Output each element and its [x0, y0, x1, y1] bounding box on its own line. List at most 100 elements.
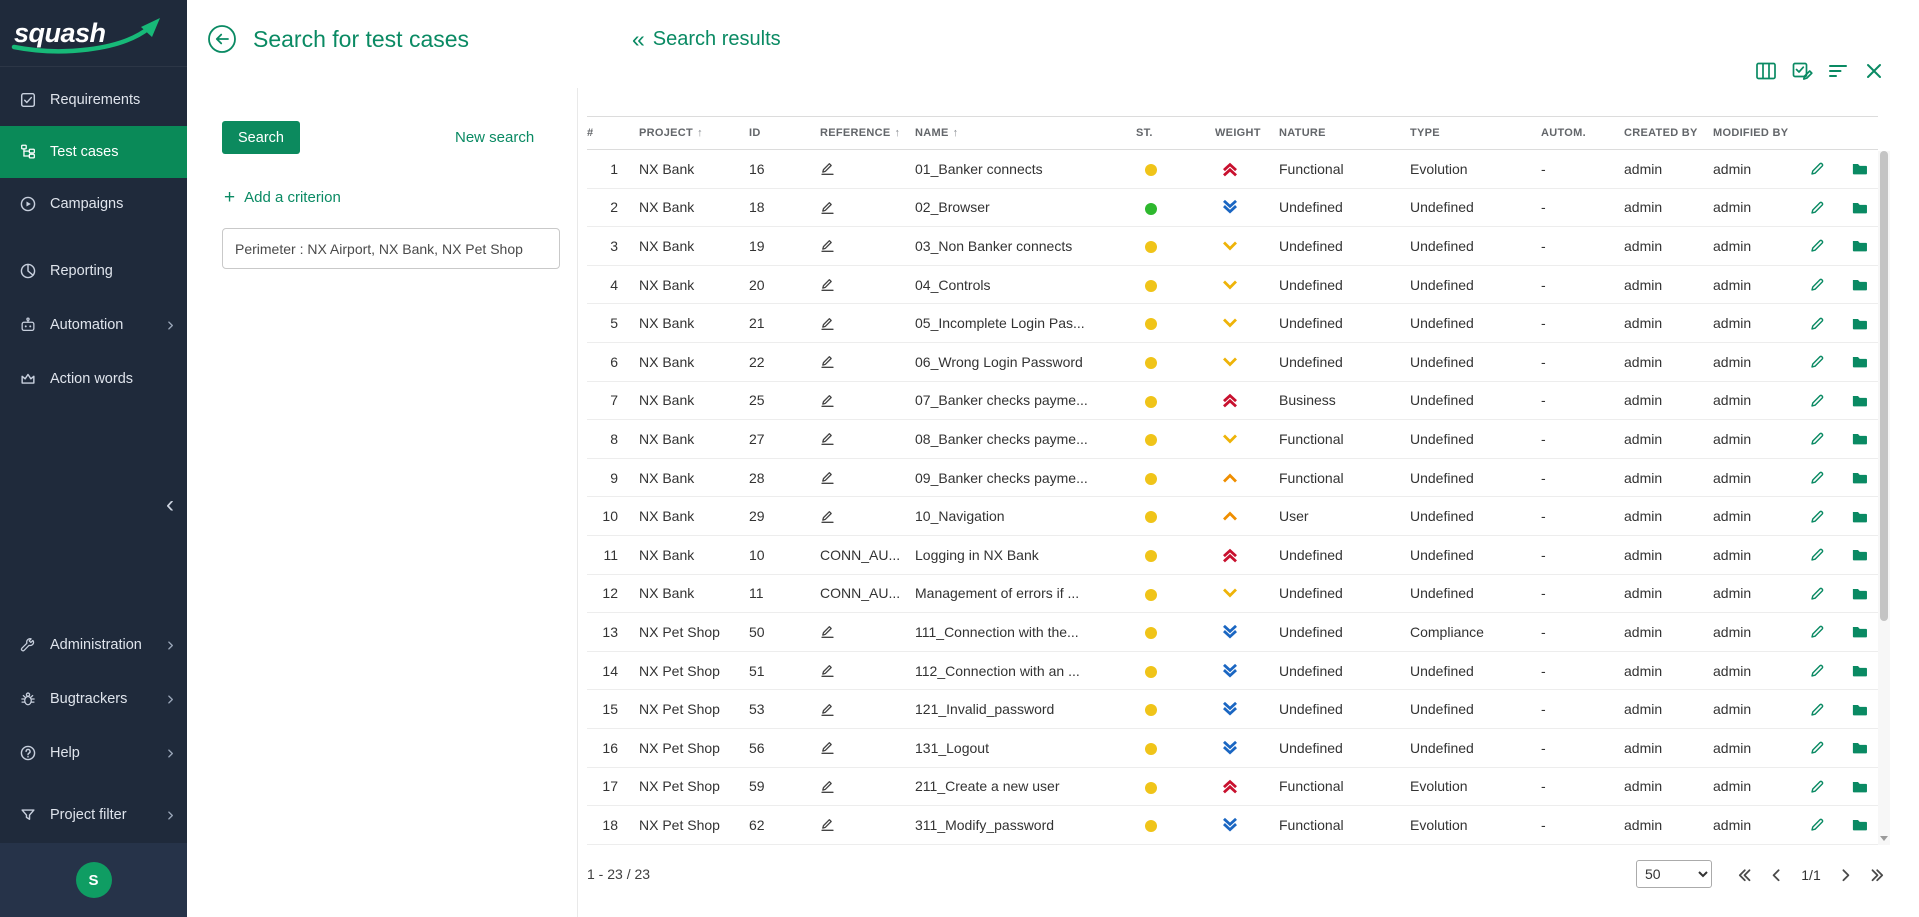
sidebar-item-action-words[interactable]: Action words	[0, 352, 187, 406]
perimeter-criterion-chip[interactable]: Perimeter : NX Airport, NX Bank, NX Pet …	[222, 228, 560, 269]
column-header-st-[interactable]: ST.	[1128, 127, 1198, 139]
show-in-tree-folder-icon[interactable]	[1851, 160, 1868, 177]
edit-reference-icon[interactable]	[820, 624, 910, 639]
table-row[interactable]: 13NX Pet Shop50111_Connection with the..…	[587, 613, 1878, 652]
show-in-tree-folder-icon[interactable]	[1851, 315, 1868, 332]
new-search-link[interactable]: New search	[455, 129, 534, 146]
cell-name[interactable]: Management of errors if ...	[910, 585, 1128, 601]
scrollbar-thumb[interactable]	[1880, 151, 1888, 621]
show-in-tree-folder-icon[interactable]	[1851, 585, 1868, 602]
table-row[interactable]: 9NX Bank2809_Banker checks payme...Funct…	[587, 459, 1878, 498]
edit-test-case-icon[interactable]	[1809, 585, 1826, 602]
table-row[interactable]: 6NX Bank2206_Wrong Login PasswordUndefin…	[587, 343, 1878, 382]
table-row[interactable]: 12NX Bank11CONN_AU...Management of error…	[587, 575, 1878, 614]
show-in-tree-folder-icon[interactable]	[1851, 392, 1868, 409]
sidebar-item-test-cases[interactable]: Test cases	[0, 126, 187, 178]
show-in-tree-folder-icon[interactable]	[1851, 739, 1868, 756]
table-row[interactable]: 11NX Bank10CONN_AU...Logging in NX BankU…	[587, 536, 1878, 575]
edit-reference-icon[interactable]	[820, 470, 910, 485]
edit-test-case-icon[interactable]	[1809, 816, 1826, 833]
last-page-button[interactable]	[1868, 864, 1890, 886]
column-header-project[interactable]: PROJECT↑	[627, 127, 745, 139]
edit-test-case-icon[interactable]	[1809, 315, 1826, 332]
edit-reference-icon[interactable]	[820, 238, 910, 253]
show-in-tree-folder-icon[interactable]	[1851, 546, 1868, 563]
table-row[interactable]: 15NX Pet Shop53121_Invalid_passwordUndef…	[587, 690, 1878, 729]
edit-test-case-icon[interactable]	[1809, 623, 1826, 640]
show-in-tree-folder-icon[interactable]	[1851, 276, 1868, 293]
show-in-tree-folder-icon[interactable]	[1851, 199, 1868, 216]
column-header-created-by[interactable]: CREATED BY	[1605, 127, 1699, 139]
edit-test-case-icon[interactable]	[1809, 199, 1826, 216]
cell-name[interactable]: 02_Browser	[910, 199, 1128, 215]
cell-name[interactable]: 10_Navigation	[910, 508, 1128, 524]
table-row[interactable]: 7NX Bank2507_Banker checks payme...Busin…	[587, 382, 1878, 421]
cell-name[interactable]: 06_Wrong Login Password	[910, 354, 1128, 370]
cell-name[interactable]: 07_Banker checks payme...	[910, 392, 1128, 408]
table-row[interactable]: 5NX Bank2105_Incomplete Login Pas...Unde…	[587, 304, 1878, 343]
edit-reference-icon[interactable]	[820, 817, 910, 832]
table-row[interactable]: 1NX Bank1601_Banker connectsFunctionalEv…	[587, 150, 1878, 189]
edit-test-case-icon[interactable]	[1809, 353, 1826, 370]
edit-reference-icon[interactable]	[820, 702, 910, 717]
sidebar-item-requirements[interactable]: Requirements	[0, 74, 187, 126]
edit-test-case-icon[interactable]	[1809, 701, 1826, 718]
edit-test-case-icon[interactable]	[1809, 430, 1826, 447]
edit-test-case-icon[interactable]	[1809, 508, 1826, 525]
edit-reference-icon[interactable]	[820, 200, 910, 215]
edit-test-case-icon[interactable]	[1809, 778, 1826, 795]
show-in-tree-folder-icon[interactable]	[1851, 237, 1868, 254]
show-in-tree-folder-icon[interactable]	[1851, 662, 1868, 679]
column-header-autom-[interactable]: AUTOM.	[1524, 127, 1605, 139]
filter-button[interactable]	[1826, 59, 1850, 83]
edit-test-case-icon[interactable]	[1809, 160, 1826, 177]
table-row[interactable]: 18NX Pet Shop62311_Modify_passwordFuncti…	[587, 806, 1878, 845]
cell-name[interactable]: 05_Incomplete Login Pas...	[910, 315, 1128, 331]
column-header-reference[interactable]: REFERENCE↑	[812, 127, 910, 139]
column-header-nature[interactable]: NATURE	[1262, 127, 1393, 139]
next-page-button[interactable]	[1835, 864, 1857, 886]
show-in-tree-folder-icon[interactable]	[1851, 701, 1868, 718]
sidebar-item-project-filter[interactable]: Project filter	[0, 788, 187, 842]
table-row[interactable]: 16NX Pet Shop56131_LogoutUndefinedUndefi…	[587, 729, 1878, 768]
page-size-select[interactable]: 50	[1636, 860, 1712, 888]
show-in-tree-folder-icon[interactable]	[1851, 623, 1868, 640]
cell-name[interactable]: 01_Banker connects	[910, 161, 1128, 177]
edit-test-case-icon[interactable]	[1809, 739, 1826, 756]
cell-name[interactable]: 211_Create a new user	[910, 778, 1128, 794]
search-button[interactable]: Search	[222, 121, 300, 154]
column-header-weight[interactable]: WEIGHT	[1198, 127, 1262, 139]
sidebar-item-administration[interactable]: Administration	[0, 618, 187, 672]
edit-selection-button[interactable]	[1790, 59, 1814, 83]
column-header-type[interactable]: TYPE	[1393, 127, 1524, 139]
table-scrollbar[interactable]	[1878, 151, 1890, 845]
cell-name[interactable]: 04_Controls	[910, 277, 1128, 293]
sidebar-item-help[interactable]: Help	[0, 726, 187, 780]
edit-test-case-icon[interactable]	[1809, 237, 1826, 254]
column-header--[interactable]: #	[587, 127, 627, 139]
sidebar-item-reporting[interactable]: Reporting	[0, 244, 187, 298]
edit-test-case-icon[interactable]	[1809, 662, 1826, 679]
scrollbar-down-arrow-icon[interactable]	[1879, 833, 1889, 843]
table-row[interactable]: 2NX Bank1802_BrowserUndefinedUndefined-a…	[587, 189, 1878, 228]
column-header-name[interactable]: NAME↑	[910, 127, 1128, 139]
cell-name[interactable]: Logging in NX Bank	[910, 547, 1128, 563]
sidebar-item-bugtrackers[interactable]: Bugtrackers	[0, 672, 187, 726]
table-row[interactable]: 4NX Bank2004_ControlsUndefinedUndefined-…	[587, 266, 1878, 305]
sidebar-collapse-button[interactable]: ‹	[157, 492, 183, 518]
table-row[interactable]: 17NX Pet Shop59211_Create a new userFunc…	[587, 768, 1878, 807]
cell-name[interactable]: 112_Connection with an ...	[910, 663, 1128, 679]
edit-reference-icon[interactable]	[820, 316, 910, 331]
edit-test-case-icon[interactable]	[1809, 276, 1826, 293]
show-in-tree-folder-icon[interactable]	[1851, 353, 1868, 370]
column-header-modified-by[interactable]: MODIFIED BY	[1699, 127, 1795, 139]
edit-reference-icon[interactable]	[820, 663, 910, 678]
user-avatar[interactable]: S	[76, 862, 112, 898]
edit-reference-icon[interactable]	[820, 354, 910, 369]
edit-reference-icon[interactable]	[820, 779, 910, 794]
cell-name[interactable]: 09_Banker checks payme...	[910, 470, 1128, 486]
edit-reference-icon[interactable]	[820, 393, 910, 408]
show-in-tree-folder-icon[interactable]	[1851, 508, 1868, 525]
edit-reference-icon[interactable]	[820, 277, 910, 292]
cell-name[interactable]: 121_Invalid_password	[910, 701, 1128, 717]
